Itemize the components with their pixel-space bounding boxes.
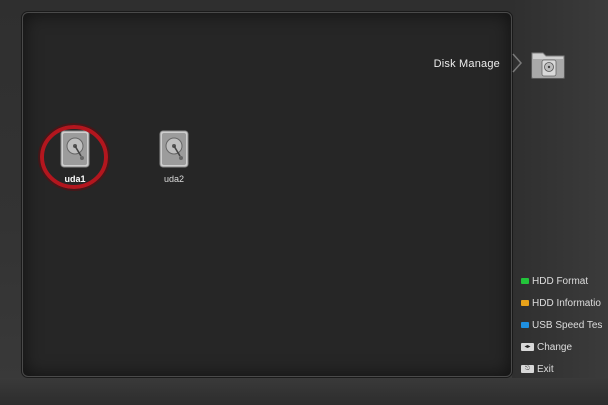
disk-label: uda2 <box>163 174 185 184</box>
yellow-key-icon <box>521 300 529 306</box>
legend-label: HDD Informatio <box>532 297 601 309</box>
bottom-band <box>0 378 608 405</box>
folder-icon <box>531 52 565 79</box>
stb-screen: uda1 uda2 Disk Manage HDD Format HDD Inf… <box>0 0 608 405</box>
legend-exit[interactable]: ⎋ Exit <box>521 358 608 380</box>
legend-hdd-format[interactable]: HDD Format <box>521 270 608 292</box>
disk-item-uda2[interactable]: uda2 <box>139 130 209 184</box>
page-title: Disk Manage <box>433 58 500 70</box>
green-key-icon <box>521 278 529 284</box>
legend-label: Change <box>537 341 573 353</box>
blue-key-icon <box>521 322 529 328</box>
legend-label: USB Speed Tes <box>532 319 603 331</box>
legend-hdd-information[interactable]: HDD Informatio <box>521 292 608 314</box>
legend-usb-speed-test[interactable]: USB Speed Tes <box>521 314 608 336</box>
hard-disk-icon <box>159 130 189 168</box>
legend-change[interactable]: ◂▸ Change <box>521 336 608 358</box>
ok-key-icon: ◂▸ <box>521 343 534 351</box>
legend-label: HDD Format <box>532 275 589 287</box>
disk-label: uda1 <box>64 174 86 184</box>
chevron-right-icon <box>512 53 522 73</box>
legend-label: Exit <box>537 363 554 375</box>
disk-item-uda1[interactable]: uda1 <box>38 123 110 191</box>
color-key-legend: HDD Format HDD Informatio USB Speed Tes … <box>521 270 608 380</box>
hard-disk-icon <box>60 130 90 168</box>
exit-key-icon: ⎋ <box>521 365 534 373</box>
